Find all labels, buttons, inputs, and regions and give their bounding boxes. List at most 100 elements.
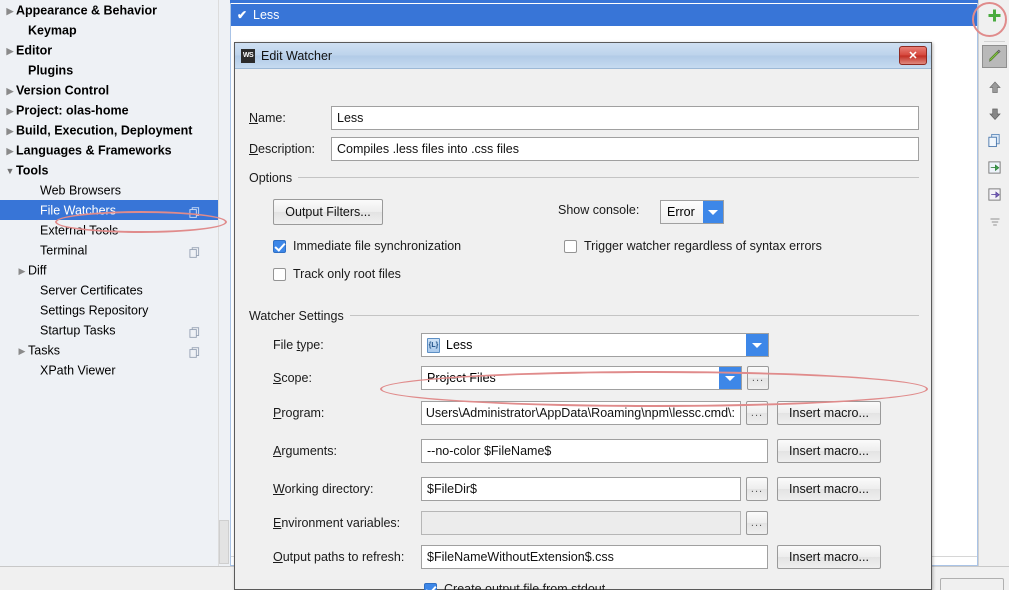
options-group-line bbox=[295, 177, 919, 178]
scope-browse-button[interactable]: ... bbox=[747, 366, 769, 390]
output-paths-input[interactable]: $FileNameWithoutExtension$.css bbox=[421, 545, 768, 569]
output-paths-label: Output paths to refresh: bbox=[273, 550, 405, 564]
chevron-right-icon[interactable]: ▶ bbox=[4, 121, 16, 141]
chevron-down-icon[interactable] bbox=[719, 367, 741, 389]
trigger-watcher-checkbox-box[interactable] bbox=[564, 239, 577, 253]
sidebar-item-terminal[interactable]: Terminal bbox=[0, 240, 218, 260]
environment-variables-input[interactable] bbox=[421, 511, 741, 535]
sidebar-item-project-olas-home[interactable]: ▶ Project: olas-home bbox=[0, 100, 218, 120]
chevron-down-icon[interactable] bbox=[703, 201, 723, 223]
sidebar-item-startup-tasks[interactable]: Startup Tasks bbox=[0, 320, 218, 340]
program-input[interactable]: :\Users\Administrator\AppData\Roaming\np… bbox=[421, 401, 741, 425]
chevron-right-icon[interactable]: ▶ bbox=[4, 41, 16, 61]
settings-category-tree[interactable]: ▶ Appearance & Behavior Keymap ▶ Editor Plu… bbox=[0, 0, 218, 566]
tree-scrollbar-track[interactable] bbox=[218, 0, 230, 566]
close-icon[interactable]: ✕ bbox=[899, 46, 927, 65]
filter-button[interactable] bbox=[979, 208, 1009, 235]
watcher-list-row-less[interactable]: ✔ Less bbox=[231, 4, 977, 26]
edit-watcher-button[interactable] bbox=[982, 45, 1007, 68]
track-root-files-checkbox-box[interactable] bbox=[273, 267, 286, 281]
sidebar-item-plugins[interactable]: Plugins bbox=[0, 60, 218, 80]
sidebar-item-diff[interactable]: ▶ Diff bbox=[0, 260, 218, 280]
sidebar-item-label: Project: olas-home bbox=[16, 103, 129, 118]
dialog-titlebar[interactable]: WS Edit Watcher ✕ bbox=[235, 43, 931, 69]
chevron-right-icon[interactable]: ▶ bbox=[4, 81, 16, 101]
move-up-button[interactable] bbox=[979, 73, 1009, 100]
copy-settings-icon[interactable] bbox=[189, 204, 200, 218]
file-type-row: File type: {L} Less bbox=[273, 333, 769, 357]
sidebar-item-editor[interactable]: ▶ Editor bbox=[0, 40, 218, 60]
sidebar-item-settings-repository[interactable]: Settings Repository bbox=[0, 300, 218, 320]
sidebar-item-web-browsers[interactable]: Web Browsers bbox=[0, 180, 218, 200]
plus-icon bbox=[988, 9, 1001, 22]
program-insert-macro-button[interactable]: Insert macro... bbox=[777, 401, 881, 425]
sidebar-item-tasks[interactable]: ▶ Tasks bbox=[0, 340, 218, 360]
export-button[interactable] bbox=[979, 181, 1009, 208]
working-directory-browse-button[interactable]: ... bbox=[746, 477, 768, 501]
sidebar-item-file-watchers[interactable]: File Watchers bbox=[0, 200, 218, 220]
chevron-right-icon[interactable]: ▶ bbox=[4, 141, 16, 161]
create-output-file-checkbox-box[interactable] bbox=[424, 582, 437, 590]
sidebar-item-keymap[interactable]: Keymap bbox=[0, 20, 218, 40]
less-file-icon: {L} bbox=[427, 337, 440, 353]
copy-settings-icon[interactable] bbox=[189, 244, 200, 258]
output-paths-insert-macro-button[interactable]: Insert macro... bbox=[777, 545, 881, 569]
file-type-dropdown[interactable]: {L} Less bbox=[421, 333, 769, 357]
immediate-sync-checkbox-box[interactable] bbox=[273, 239, 286, 253]
chevron-right-icon[interactable]: ▶ bbox=[16, 341, 28, 361]
sidebar-item-version-control[interactable]: ▶ Version Control bbox=[0, 80, 218, 100]
trigger-watcher-checkbox[interactable]: Trigger watcher regardless of syntax err… bbox=[564, 239, 822, 253]
description-input[interactable]: Compiles .less files into .css files bbox=[331, 137, 919, 161]
environment-variables-browse-button[interactable]: ... bbox=[746, 511, 768, 535]
show-console-dropdown[interactable]: Error bbox=[660, 200, 724, 224]
toolbar-divider bbox=[983, 41, 1005, 42]
sidebar-item-build-execution-deployment[interactable]: ▶ Build, Execution, Deployment bbox=[0, 120, 218, 140]
sidebar-item-tools[interactable]: ▼ Tools bbox=[0, 160, 218, 180]
working-directory-insert-macro-button[interactable]: Insert macro... bbox=[777, 477, 881, 501]
scope-dropdown[interactable]: Project Files bbox=[421, 366, 742, 390]
file-type-value: Less bbox=[446, 338, 473, 352]
chevron-right-icon[interactable]: ▶ bbox=[4, 101, 16, 121]
watcher-enabled-checkmark[interactable]: ✔ bbox=[231, 4, 253, 26]
show-console-value: Error bbox=[667, 205, 695, 219]
watcher-settings-group-line bbox=[339, 315, 919, 316]
copy-settings-icon[interactable] bbox=[189, 324, 200, 338]
import-icon bbox=[988, 161, 1001, 174]
chevron-right-icon[interactable]: ▶ bbox=[4, 1, 16, 21]
copy-watcher-button[interactable] bbox=[979, 127, 1009, 154]
sidebar-item-label: External Tools bbox=[40, 223, 119, 238]
watcher-settings-group-label: Watcher Settings bbox=[249, 309, 350, 323]
list-top-accent bbox=[230, 0, 978, 3]
sidebar-item-languages-frameworks[interactable]: ▶ Languages & Frameworks bbox=[0, 140, 218, 160]
chevron-right-icon[interactable]: ▶ bbox=[16, 261, 28, 281]
add-watcher-button[interactable] bbox=[979, 2, 1009, 29]
immediate-sync-checkbox[interactable]: Immediate file synchronization bbox=[273, 239, 461, 253]
tree-scrollbar-thumb[interactable] bbox=[219, 520, 229, 564]
program-row: Program: :\Users\Administrator\AppData\R… bbox=[273, 401, 881, 425]
chevron-down-icon[interactable]: ▼ bbox=[4, 161, 16, 181]
dialog-ok-button-outline[interactable] bbox=[940, 578, 1004, 590]
sidebar-item-external-tools[interactable]: External Tools bbox=[0, 220, 218, 240]
output-filters-button[interactable]: Output Filters... bbox=[273, 199, 383, 225]
program-browse-button[interactable]: ... bbox=[746, 401, 768, 425]
sidebar-item-label: Appearance & Behavior bbox=[16, 3, 158, 18]
name-row: Name: Less bbox=[249, 106, 919, 130]
move-down-button[interactable] bbox=[979, 100, 1009, 127]
arguments-input[interactable]: --no-color $FileName$ bbox=[421, 439, 768, 463]
sidebar-item-label: Diff bbox=[28, 263, 47, 278]
arguments-insert-macro-button[interactable]: Insert macro... bbox=[777, 439, 881, 463]
name-input[interactable]: Less bbox=[331, 106, 919, 130]
sidebar-item-xpath-viewer[interactable]: XPath Viewer bbox=[0, 360, 218, 380]
show-console-label: Show console: bbox=[558, 203, 640, 217]
watcher-row-label: Less bbox=[253, 8, 280, 22]
copy-settings-icon[interactable] bbox=[189, 344, 200, 358]
import-button[interactable] bbox=[979, 154, 1009, 181]
sidebar-item-label: Editor bbox=[16, 43, 53, 58]
chevron-down-icon[interactable] bbox=[746, 334, 768, 356]
sidebar-item-server-certificates[interactable]: Server Certificates bbox=[0, 280, 218, 300]
sidebar-item-appearance-behavior[interactable]: ▶ Appearance & Behavior bbox=[0, 0, 218, 20]
create-output-file-checkbox[interactable]: Create output file from stdout bbox=[424, 582, 605, 590]
working-directory-input[interactable]: $FileDir$ bbox=[421, 477, 741, 501]
track-root-files-checkbox[interactable]: Track only root files bbox=[273, 267, 401, 281]
